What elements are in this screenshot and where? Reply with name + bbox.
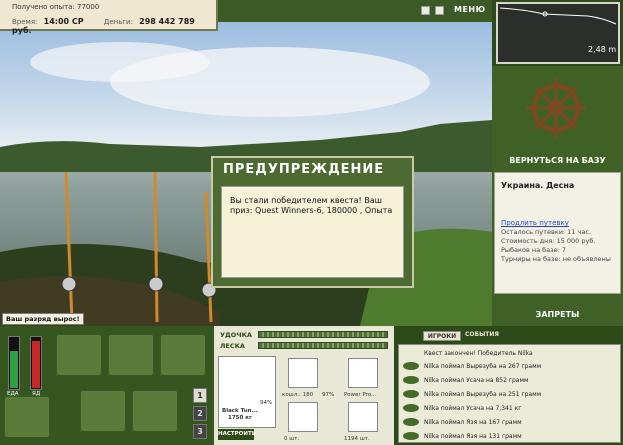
money-label: Деньги: [103,18,133,26]
bans-button[interactable]: ЗАПРЕТЫ [492,304,623,326]
rod-weight: 1750 кг [228,415,252,421]
pause-icon[interactable] [421,6,430,15]
extend-trip-link[interactable]: Продлить путевку [501,219,569,227]
page-2-button[interactable]: 2 [193,406,207,421]
day-cost-text: Стоимость дня: 15 000 руб. [501,237,596,245]
experience-text: Получено опыта: 77000 [12,3,100,11]
line-caption: Power Pro... [344,392,377,398]
page-3-button[interactable]: 3 [193,424,207,439]
line-slot[interactable] [348,358,378,388]
reel-slot[interactable] [288,358,318,388]
slot-basket[interactable] [80,390,126,432]
fish-icon [403,404,419,412]
fish-icon [403,418,419,426]
tab-players[interactable]: ИГРОКИ [423,331,461,341]
dialog-title: ПРЕДУПРЕЖДЕНИЕ [223,162,385,177]
time-label: Время: [12,18,38,26]
slot-tackle[interactable] [160,334,206,376]
tournaments-text: Турниры на базе: не объявлены [501,255,611,263]
reel-caption: кошл.: 180 [282,392,314,398]
list-item: Nilka поймал Вырезуба на 251 грамм [399,388,620,401]
dialog-message: Вы стали победителем квеста! Ваш приз: Q… [221,186,404,278]
page-1-button[interactable]: 1 [193,388,207,403]
slot-pot[interactable] [4,396,50,438]
list-item: Nilka поймал Усача на 7,341 кг [399,402,620,415]
line-label: ЛЕСКА [220,342,245,350]
rod-2 [153,171,159,323]
fish-icon [403,432,419,440]
food-meter [8,336,20,390]
rank-up-badge: Ваш разряд вырос! [2,313,84,325]
rod-setup-panel: УДОЧКА ЛЕСКА Black Tun... 1750 кг 94% ко… [212,326,394,445]
slot-bag[interactable] [108,334,154,376]
list-item: Nilka поймал Вырезуба на 267 грамм [399,360,620,373]
location-panel: Украина. Десна Продлить путевку Осталось… [494,172,621,294]
location-title: Украина. Десна [501,181,575,190]
list-item: Nilka поймал Усача на 852 грамм [399,374,620,387]
depth-map[interactable] [496,2,620,64]
depth-value: 2,48 m [588,45,617,54]
quest-finished-line: Квест закончен! Победитель Nilka [424,350,533,357]
tab-events[interactable]: СОБЫТИЯ [465,331,499,338]
rod-tension-bar [258,331,388,338]
fishers-count-text: Рыбаков на базе: 7 [501,246,566,254]
lure-slot[interactable] [348,402,378,432]
back-to-base-button[interactable]: ВЕРНУТЬСЯ НА БАЗУ [492,150,623,172]
menu-button[interactable]: МЕНЮ [454,5,486,14]
hook-caption: 0 шт. [284,436,300,442]
events-feed[interactable]: Квест закончен! Победитель Nilka Nilka п… [398,344,621,443]
hook-slot[interactable] [288,402,318,432]
rod-name: Black Tun... [222,408,258,414]
list-item: Nilka поймал Язя на 167 грамм [399,416,620,429]
health-meter [30,336,42,390]
warning-dialog[interactable]: ПРЕДУПРЕЖДЕНИЕ Вы стали победителем квес… [211,156,414,288]
list-item: Nilka поймал Язя на 131 грамм [399,430,620,443]
reel-percent: 97% [322,392,335,398]
line-tension-bar [258,342,388,349]
trip-left-text: Осталось путевки: 11 час. [501,228,591,236]
lure-caption: 1194 шт. [344,436,370,442]
time-value: 14:00 CP [43,17,84,26]
fish-icon [403,390,419,398]
fish-icon [403,376,419,384]
sound-icon[interactable] [435,6,444,15]
inventory-panel: ЕДА ЯД 1 2 3 [0,326,212,445]
setup-button[interactable]: НАСТРОИТЬ [218,429,256,440]
fish-icon [403,362,419,370]
slot-bucket[interactable] [132,390,178,432]
slot-backpack[interactable] [56,334,102,376]
ship-wheel-icon[interactable] [525,72,587,144]
player-info-panel: Получено опыта: 77000 Время: 14:00 CP Де… [0,0,218,35]
rod-percent: 94% [260,400,273,406]
rod-label: УДОЧКА [220,331,252,339]
time-money-row: Время: 14:00 CP Деньги: 298 442 789 руб. [12,17,216,35]
